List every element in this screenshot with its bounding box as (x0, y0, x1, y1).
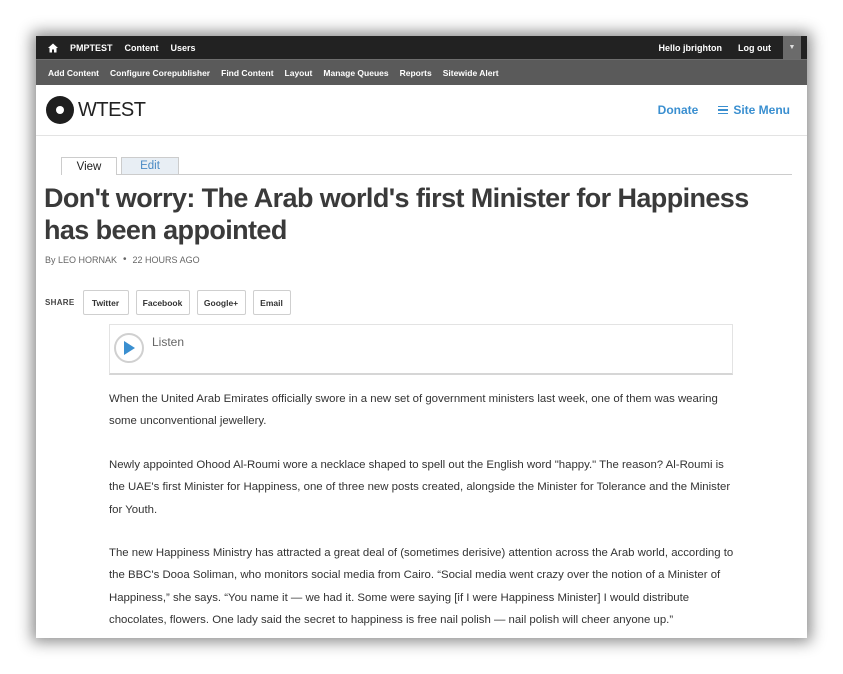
edit-tabs: View Edit (61, 155, 792, 175)
listen-label: Listen (152, 335, 185, 349)
article-paragraph: Newly appointed Ohood Al-Roumi wore a ne… (109, 458, 731, 516)
admin-menu-sitewide-alert[interactable]: Sitewide Alert (443, 68, 499, 78)
logo-icon[interactable] (46, 96, 74, 124)
home-icon[interactable] (48, 43, 58, 53)
donate-link[interactable]: Donate (658, 103, 699, 117)
tab-view[interactable]: View (61, 157, 117, 175)
toolbar-users-link[interactable]: Users (171, 43, 196, 53)
play-icon (124, 341, 135, 355)
admin-menu-add-content[interactable]: Add Content (48, 68, 99, 78)
share-label: SHARE (45, 298, 75, 307)
share-email-button[interactable]: Email (252, 290, 291, 315)
author-link[interactable]: By LEO HORNAK (45, 255, 117, 265)
admin-menu-manage-queues[interactable]: Manage Queues (323, 68, 388, 78)
toolbar-logout-link[interactable]: Log out (738, 43, 771, 53)
share-twitter-button[interactable]: Twitter (82, 290, 129, 315)
tab-edit[interactable]: Edit (121, 157, 179, 174)
article-body: When the United Arab Emirates officially… (109, 388, 739, 638)
audio-player: Listen (109, 324, 733, 375)
toolbar-hello-user[interactable]: Hello jbrighton (659, 43, 723, 53)
admin-toolbar: PMPTEST Content Users Hello jbrighton Lo… (36, 36, 807, 59)
share-bar: SHARE Twitter Facebook Google+ Email (45, 290, 298, 315)
play-button[interactable] (114, 333, 144, 363)
article-title-line-2: has been appointed (44, 215, 287, 245)
admin-menu-layout[interactable]: Layout (285, 68, 313, 78)
article-paragraph: When the United Arab Emirates officially… (109, 393, 718, 428)
logo-text[interactable]: WTEST (78, 99, 146, 122)
publish-time: 22 HOURS AGO (132, 254, 200, 265)
admin-menu-reports[interactable]: Reports (400, 68, 432, 78)
browser-page: PMPTEST Content Users Hello jbrighton Lo… (36, 36, 807, 638)
byline: By LEO HORNAK • 22 HOURS AGO (45, 254, 200, 265)
admin-menu-find-content[interactable]: Find Content (221, 68, 273, 78)
hamburger-icon (718, 104, 729, 117)
admin-menu-configure-corepublisher[interactable]: Configure Corepublisher (110, 68, 210, 78)
article-title-line-1: Don't worry: The Arab world's first Mini… (44, 183, 749, 213)
share-facebook-button[interactable]: Facebook (135, 290, 190, 315)
share-googleplus-button[interactable]: Google+ (196, 290, 246, 315)
site-menu-button[interactable]: Site Menu (718, 103, 790, 117)
article-paragraph: The new Happiness Ministry has attracted… (109, 547, 734, 627)
site-header: WTEST Donate Site Menu (36, 85, 807, 136)
toolbar-site-link[interactable]: PMPTEST (70, 43, 113, 53)
site-menu-label: Site Menu (733, 103, 790, 117)
article-title: Don't worry: The Arab world's first Mini… (44, 182, 784, 246)
toolbar-toggle-button[interactable]: ▼ (783, 36, 801, 59)
byline-separator: • (123, 254, 127, 265)
chevron-down-icon: ▼ (788, 44, 796, 51)
toolbar-content-link[interactable]: Content (125, 43, 159, 53)
admin-menu-bar: Add Content Configure Corepublisher Find… (36, 59, 807, 85)
